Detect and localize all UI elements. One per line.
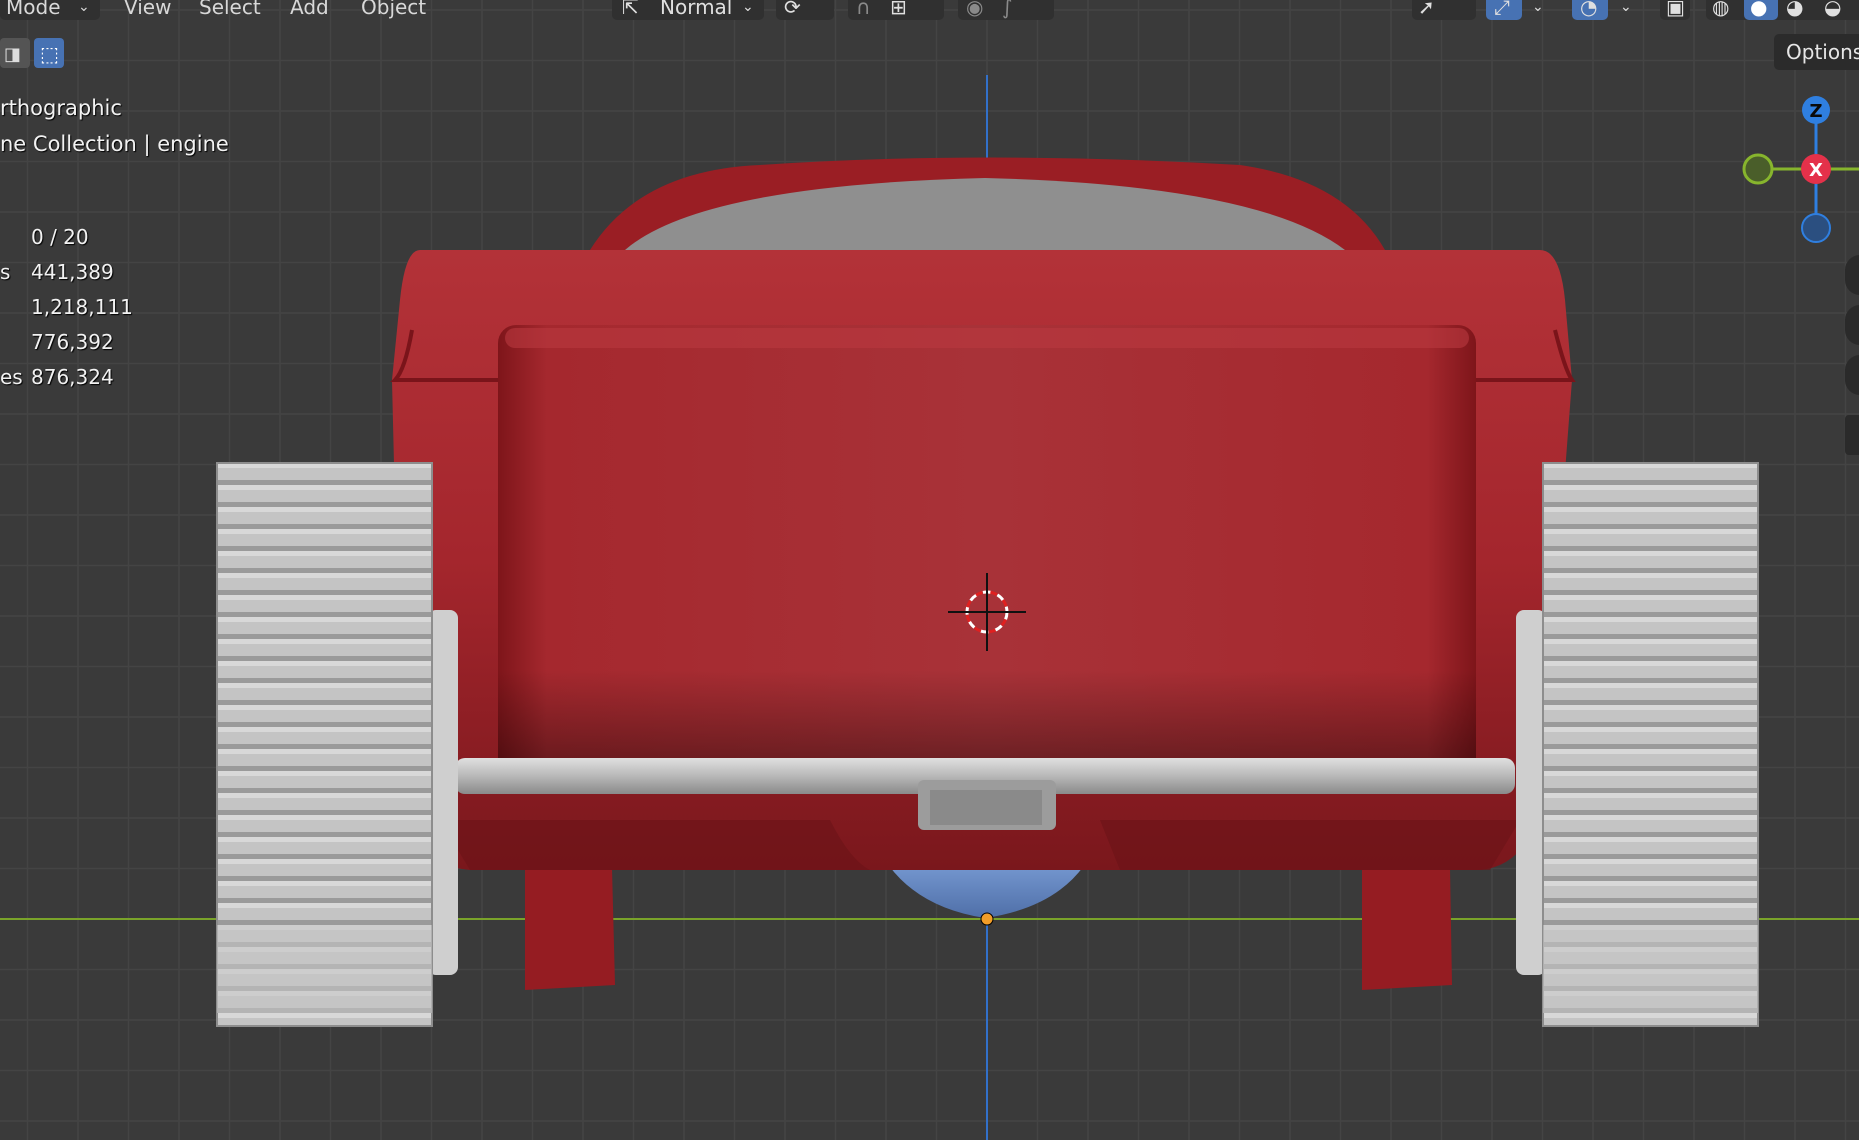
- chevron-down-icon: ⌄: [742, 0, 754, 15]
- chevron-down-icon: ⌄: [78, 0, 90, 15]
- object-origin: [980, 912, 994, 926]
- material-shading-icon[interactable]: ◕: [1786, 0, 1803, 17]
- 3d-viewport[interactable]: Mode ⌄ View Select Add Object ⇱ Normal ⌄…: [0, 0, 1859, 1140]
- transform-orientation-value: Normal: [660, 0, 733, 19]
- chevron-down-icon: ⌄: [1532, 0, 1544, 15]
- stat-label: s: [0, 260, 11, 284]
- stat-value-faces: 776,392: [31, 330, 114, 354]
- xray-icon: ▣: [1666, 0, 1685, 19]
- collection-label: ne Collection | engine: [0, 132, 229, 156]
- snap-increment-icon: ⊞: [890, 0, 907, 19]
- perspective-toggle-button[interactable]: [1845, 415, 1859, 455]
- menu-mode[interactable]: Mode: [6, 0, 61, 18]
- options-button[interactable]: Options: [1774, 34, 1859, 70]
- rendered-shading-icon[interactable]: ◒: [1824, 0, 1841, 17]
- stat-value-edges: 1,218,111: [31, 295, 133, 319]
- overlays-icon: ◔: [1580, 0, 1598, 19]
- stat-label: es: [0, 365, 23, 389]
- proportional-edit-icon: ◉: [966, 0, 984, 19]
- select-new-icon: ⬚: [40, 42, 59, 66]
- cursor-arrow-icon: ➚: [1418, 0, 1435, 19]
- magnet-icon: ∩: [856, 0, 871, 19]
- chevron-down-icon: ⌄: [1620, 0, 1632, 15]
- solid-shading-icon: ●: [1750, 0, 1768, 19]
- gizmo-icon: ⤢: [1494, 0, 1510, 19]
- stat-value-triangles: 876,324: [31, 365, 114, 389]
- viewport-header: Mode ⌄ View Select Add Object ⇱ Normal ⌄…: [0, 0, 1859, 36]
- select-extend-icon: ◨: [4, 44, 22, 65]
- camera-view-button[interactable]: [1845, 355, 1859, 395]
- zoom-button[interactable]: [1845, 255, 1859, 295]
- wireframe-shading-icon[interactable]: ◍: [1712, 0, 1729, 17]
- menu-view[interactable]: View: [124, 0, 171, 18]
- menu-object[interactable]: Object: [361, 0, 426, 18]
- gizmo-y-axis: [1742, 153, 1774, 185]
- transform-orientation-icon: ⇱: [622, 0, 639, 19]
- menu-select[interactable]: Select: [199, 0, 261, 18]
- gizmo-x-label: X: [1809, 160, 1823, 181]
- falloff-curve-icon: ∫: [1002, 0, 1013, 19]
- pivot-icon: ⟳: [784, 0, 801, 19]
- menu-add[interactable]: Add: [290, 0, 329, 18]
- stat-value-vertices: 441,389: [31, 260, 114, 284]
- navigation-gizmo[interactable]: Z X: [1730, 90, 1859, 260]
- gizmo-neg-z-axis: [1801, 213, 1831, 243]
- pan-button[interactable]: [1845, 305, 1859, 345]
- gizmo-z-label: Z: [1809, 101, 1822, 122]
- model-engine-cart[interactable]: [0, 0, 1859, 1140]
- stat-value-objects: 0 / 20: [31, 225, 89, 249]
- view-name-label: rthographic: [0, 96, 122, 120]
